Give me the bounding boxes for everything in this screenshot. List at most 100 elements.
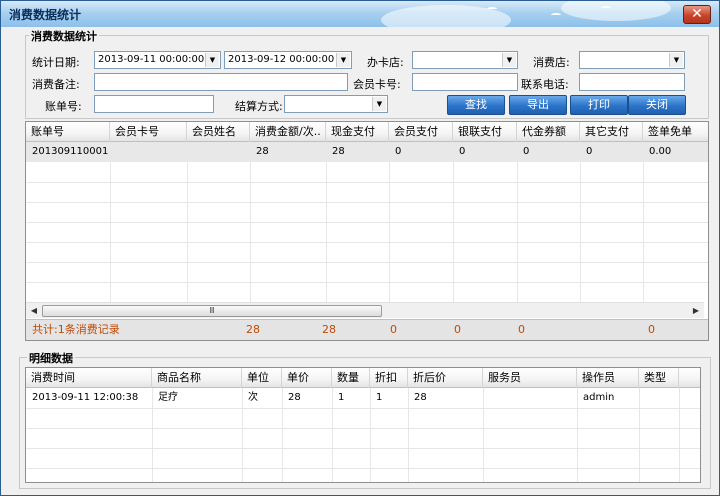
table-cell: 1 bbox=[376, 392, 383, 403]
col-header[interactable]: 银联支付 bbox=[453, 122, 517, 142]
chevron-down-icon[interactable]: ▼ bbox=[336, 53, 350, 67]
settle-select[interactable]: ▼ bbox=[284, 95, 388, 113]
print-button[interactable]: 打印 bbox=[570, 95, 628, 115]
col-header[interactable]: 数量 bbox=[332, 368, 370, 388]
card-no-label: 会员卡号: bbox=[353, 78, 401, 91]
chevron-down-icon[interactable]: ▼ bbox=[669, 53, 683, 67]
window-title: 消费数据统计 bbox=[9, 8, 82, 22]
col-header[interactable]: 签单免单 bbox=[643, 122, 708, 142]
filter-group-title: 消费数据统计 bbox=[29, 28, 99, 44]
date-to-picker[interactable]: 2013-09-12 00:00:00 ▼ bbox=[224, 51, 352, 69]
grid-line bbox=[26, 242, 708, 243]
export-button[interactable]: 导出 bbox=[509, 95, 567, 115]
grid-line bbox=[26, 262, 708, 263]
close-button[interactable]: 关闭 bbox=[628, 95, 686, 115]
grid-line bbox=[26, 222, 708, 223]
total-value: 28 bbox=[246, 323, 260, 336]
table-cell: 28 bbox=[414, 392, 427, 403]
summary-table-header: 账单号 会员卡号 会员姓名 消费金额/次.. 现金支付 会员支付 银联支付 代金… bbox=[26, 122, 708, 142]
table-cell: 28 bbox=[256, 146, 269, 157]
card-store-select[interactable]: ▼ bbox=[412, 51, 518, 69]
col-header[interactable]: 单价 bbox=[282, 368, 332, 388]
table-row[interactable]: 201309110001 28 28 0 0 0 0 0.00 bbox=[26, 142, 708, 162]
total-value: 0 bbox=[648, 323, 655, 336]
table-cell: 0 bbox=[523, 146, 530, 157]
summary-table: 账单号 会员卡号 会员姓名 消费金额/次.. 现金支付 会员支付 银联支付 代金… bbox=[25, 121, 709, 341]
settle-label: 结算方式: bbox=[235, 100, 283, 113]
table-cell bbox=[110, 142, 187, 162]
col-header[interactable]: 会员卡号 bbox=[110, 122, 187, 142]
grid-line bbox=[26, 282, 708, 283]
col-header[interactable]: 操作员 bbox=[577, 368, 639, 388]
horizontal-scrollbar[interactable]: ◀ Ⅲ ▶ bbox=[26, 302, 704, 318]
grid-line bbox=[26, 448, 700, 449]
table-cell: 0.00 bbox=[649, 146, 672, 157]
consume-store-label: 消费店: bbox=[533, 56, 570, 69]
table-cell: admin bbox=[583, 392, 615, 403]
date-to-value: 2013-09-12 00:00:00 bbox=[228, 54, 335, 65]
col-header[interactable]: 其它支付 bbox=[580, 122, 643, 142]
remark-input[interactable] bbox=[94, 73, 348, 91]
scroll-thumb[interactable]: Ⅲ bbox=[42, 305, 382, 317]
chevron-down-icon[interactable]: ▼ bbox=[372, 97, 386, 111]
total-value: 0 bbox=[454, 323, 461, 336]
grid-line bbox=[26, 408, 700, 409]
col-header[interactable]: 代金券额 bbox=[517, 122, 580, 142]
table-cell bbox=[483, 388, 577, 408]
cloud-decoration bbox=[561, 1, 671, 21]
total-value: 0 bbox=[390, 323, 397, 336]
scroll-left-icon[interactable]: ◀ bbox=[26, 303, 42, 319]
table-cell: 2013-09-11 12:00:38 bbox=[32, 392, 139, 403]
table-cell: 0 bbox=[586, 146, 593, 157]
bird-icon bbox=[487, 7, 497, 11]
col-header[interactable]: 折后价 bbox=[408, 368, 483, 388]
search-button[interactable]: 查找 bbox=[447, 95, 505, 115]
detail-group-title: 明细数据 bbox=[27, 350, 75, 366]
bill-no-label: 账单号: bbox=[45, 100, 82, 113]
grid-line bbox=[26, 182, 708, 183]
col-header[interactable]: 账单号 bbox=[26, 122, 110, 142]
total-label: 共计:1条消费记录 bbox=[32, 323, 120, 336]
phone-input[interactable] bbox=[579, 73, 685, 91]
table-cell: 0 bbox=[459, 146, 466, 157]
col-header[interactable]: 消费时间 bbox=[26, 368, 152, 388]
table-row[interactable]: 2013-09-11 12:00:38 足疗 次 28 1 1 28 admin bbox=[26, 388, 700, 408]
table-cell: 0 bbox=[395, 146, 402, 157]
table-cell: 次 bbox=[248, 392, 258, 403]
table-cell bbox=[187, 142, 250, 162]
bird-icon bbox=[551, 13, 561, 17]
totals-bar: 共计:1条消费记录 28 28 0 0 0 0 bbox=[26, 319, 708, 340]
col-header[interactable]: 现金支付 bbox=[326, 122, 389, 142]
scroll-right-icon[interactable]: ▶ bbox=[688, 303, 704, 319]
col-header[interactable]: 类型 bbox=[639, 368, 679, 388]
total-value: 28 bbox=[322, 323, 336, 336]
consume-store-select[interactable]: ▼ bbox=[579, 51, 685, 69]
col-header[interactable]: 会员支付 bbox=[389, 122, 453, 142]
table-cell: 足疗 bbox=[158, 392, 178, 403]
bird-icon bbox=[601, 6, 611, 10]
total-value: 0 bbox=[518, 323, 525, 336]
table-cell: 1 bbox=[338, 392, 345, 403]
col-header[interactable]: 服务员 bbox=[483, 368, 577, 388]
window: 消费数据统计 ✕ 消费数据统计 统计日期: 2013-09-11 00:00:0… bbox=[0, 0, 720, 496]
card-no-input[interactable] bbox=[412, 73, 518, 91]
card-store-label: 办卡店: bbox=[367, 56, 404, 69]
col-header[interactable]: 折扣 bbox=[370, 368, 408, 388]
window-close-button[interactable]: ✕ bbox=[683, 5, 711, 24]
detail-table: 消费时间 商品名称 单位 单价 数量 折扣 折后价 服务员 操作员 类型 201… bbox=[25, 367, 701, 483]
col-header[interactable]: 消费金额/次.. bbox=[250, 122, 326, 142]
bill-no-input[interactable] bbox=[94, 95, 214, 113]
table-cell bbox=[639, 388, 679, 408]
col-header[interactable]: 会员姓名 bbox=[187, 122, 250, 142]
table-cell: 28 bbox=[288, 392, 301, 403]
col-header[interactable]: 商品名称 bbox=[152, 368, 242, 388]
table-cell: 201309110001 bbox=[32, 146, 109, 157]
chevron-down-icon[interactable]: ▼ bbox=[502, 53, 516, 67]
detail-table-header: 消费时间 商品名称 单位 单价 数量 折扣 折后价 服务员 操作员 类型 bbox=[26, 368, 700, 388]
grid-line bbox=[26, 202, 708, 203]
date-from-picker[interactable]: 2013-09-11 00:00:00 ▼ bbox=[94, 51, 221, 69]
col-header[interactable]: 单位 bbox=[242, 368, 282, 388]
phone-label: 联系电话: bbox=[521, 78, 569, 91]
chevron-down-icon[interactable]: ▼ bbox=[205, 53, 219, 67]
stat-date-label: 统计日期: bbox=[32, 56, 80, 69]
